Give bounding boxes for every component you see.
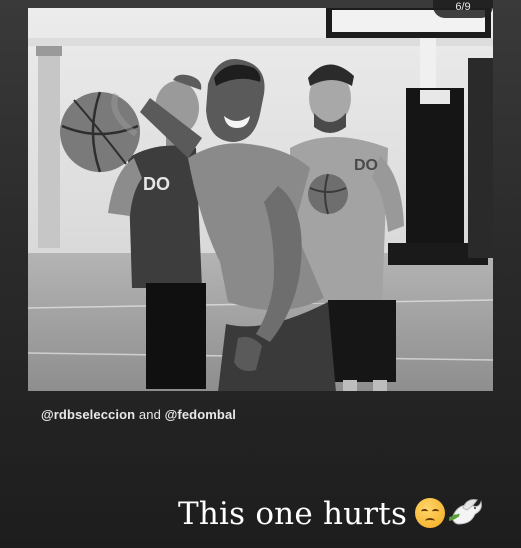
mention-rdbseleccion[interactable]: @rdbseleccion bbox=[41, 407, 135, 422]
right-shirt-text: DO bbox=[354, 157, 378, 174]
disappointed-face-icon bbox=[415, 498, 446, 528]
dove-icon bbox=[449, 499, 482, 525]
story-mentions: @rdbseleccion and @fedombal bbox=[41, 407, 236, 422]
shared-post-photo[interactable]: DO DO bbox=[28, 8, 493, 391]
mention-connector: and bbox=[138, 407, 161, 422]
story-page-indicator: 6/9 bbox=[433, 0, 493, 18]
story-frame: DO DO 6/9 @rdbseleccion and @fedombal Th… bbox=[0, 0, 521, 548]
mention-fedombal[interactable]: @fedombal bbox=[165, 407, 236, 422]
left-shirt-text: DO bbox=[143, 174, 170, 194]
basketball-practice-photo: DO DO bbox=[28, 8, 493, 391]
story-caption: This one hurts bbox=[178, 496, 483, 532]
caption-text: This one hurts bbox=[178, 496, 408, 532]
